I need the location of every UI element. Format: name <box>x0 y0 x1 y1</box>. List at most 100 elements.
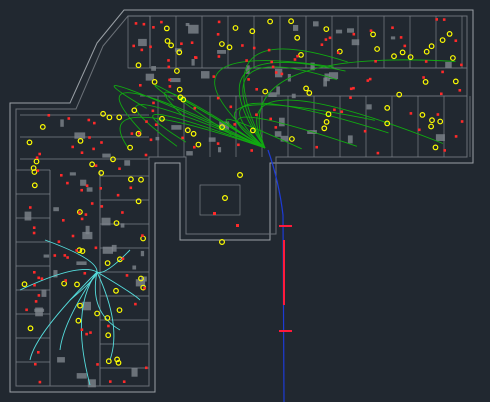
light-fixture <box>190 130 197 137</box>
light-fixture <box>89 161 95 168</box>
receptacle-device <box>88 136 91 139</box>
cad-drawing-viewport[interactable] <box>0 0 490 402</box>
receptacle-device <box>25 308 28 312</box>
receptacle-device <box>241 44 244 47</box>
receptacle-device <box>116 193 120 197</box>
core-room <box>199 184 241 216</box>
receptacle-device <box>132 44 135 48</box>
receptacle-device <box>454 135 458 138</box>
receptacle-device <box>38 380 42 384</box>
light-fixture <box>168 42 175 49</box>
outer-wall-outline <box>9 9 474 393</box>
receptacle-device <box>454 39 458 42</box>
receptacle-device <box>245 59 248 62</box>
circuit-emergency <box>80 271 98 386</box>
light-fixture <box>422 78 429 85</box>
receptacle-device <box>352 86 355 90</box>
receptacle-device <box>92 147 95 151</box>
electrical-floor-plan <box>9 9 474 402</box>
equipment-block <box>323 77 327 87</box>
receptacle-device <box>154 123 158 126</box>
receptacle-device <box>269 117 272 121</box>
receptacle-device <box>34 300 38 303</box>
receptacle-device <box>436 113 440 116</box>
light-fixture <box>323 26 330 33</box>
receptacle-device <box>62 219 65 222</box>
receptacle-device <box>85 184 89 187</box>
receptacle-device <box>167 59 170 62</box>
receptacle-device <box>37 276 40 280</box>
light-fixture <box>323 118 330 125</box>
receptacle-device <box>93 121 96 125</box>
light-fixture <box>384 104 391 111</box>
receptacle-device <box>349 96 352 99</box>
equipment-block <box>74 132 86 139</box>
equipment-block <box>291 93 296 99</box>
equipment-block <box>41 289 47 297</box>
light-fixture <box>113 287 119 294</box>
light-fixture <box>135 62 142 69</box>
receptacle-device <box>134 302 137 306</box>
receptacle-device <box>35 156 39 159</box>
receptacle-device <box>270 60 273 64</box>
equipment-block <box>435 134 445 141</box>
equipment-block <box>111 244 117 252</box>
receptacle-device <box>409 112 413 115</box>
light-fixture <box>163 25 170 32</box>
receptacle-device <box>94 246 98 250</box>
receptacle-device <box>376 151 380 155</box>
receptacle-device <box>349 87 353 91</box>
light-fixture <box>74 281 80 288</box>
equipment-block <box>169 78 181 83</box>
receptacle-device <box>40 277 44 280</box>
receptacle-device <box>99 187 102 190</box>
receptacle-device <box>229 105 233 109</box>
receptacle-device <box>217 55 221 58</box>
room-partitions <box>16 15 471 369</box>
receptacle-device <box>71 145 74 149</box>
equipment-block <box>351 39 360 46</box>
receptacle-device <box>64 279 67 282</box>
light-fixture <box>428 43 435 50</box>
light-fixture <box>289 136 295 142</box>
receptacle-device <box>190 41 194 44</box>
equipment-block <box>171 125 182 130</box>
receptacle-device <box>236 224 239 227</box>
light-fixture <box>94 310 100 317</box>
receptacle-device <box>121 257 125 260</box>
equipment-block <box>335 29 343 34</box>
light-fixture <box>374 46 381 52</box>
equipment-block <box>276 86 280 95</box>
receptacle-device <box>134 22 138 25</box>
receptacle-device <box>440 92 443 96</box>
receptacle-device <box>216 96 220 100</box>
receptacle-device <box>83 272 87 275</box>
receptacle-device <box>142 22 146 26</box>
receptacle-device <box>53 254 57 257</box>
receptacle-device <box>34 362 37 366</box>
equipment-block <box>279 117 285 127</box>
equipment-block <box>188 24 199 34</box>
equipment-block <box>86 187 93 192</box>
receptacle-device <box>160 20 163 24</box>
receptacle-device <box>212 75 216 78</box>
receptacle-device <box>143 286 146 290</box>
receptacle-device <box>75 249 78 252</box>
light-fixture <box>303 85 310 92</box>
light-fixture <box>77 137 84 144</box>
receptacle-device <box>418 128 421 132</box>
equipment-block <box>69 172 76 176</box>
receptacle-device <box>217 20 221 24</box>
receptacle-device <box>47 114 51 117</box>
receptacle-device <box>193 145 196 149</box>
receptacle-device <box>139 84 142 87</box>
receptacle-device <box>144 153 148 157</box>
equipment-block <box>155 136 160 141</box>
branch-circuits <box>19 48 456 386</box>
equipment-block <box>201 71 210 79</box>
receptacle-device <box>90 202 94 205</box>
receptacle-device <box>94 164 98 167</box>
receptacle-device <box>85 332 88 336</box>
receptacle-device <box>391 26 394 29</box>
light-fixture <box>138 176 144 183</box>
